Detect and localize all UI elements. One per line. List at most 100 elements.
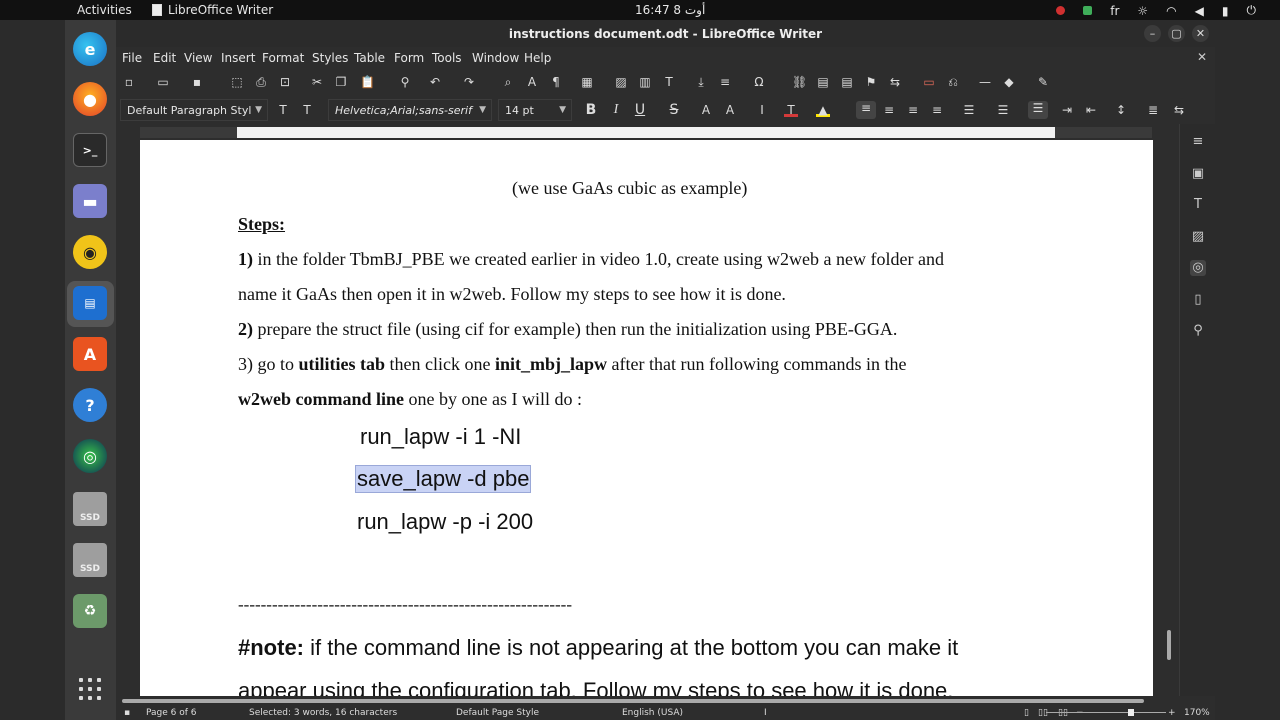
font-color-icon[interactable]: T: [784, 103, 798, 117]
cross-reference-icon[interactable]: ⇆: [888, 75, 902, 89]
endnote-icon[interactable]: ▤: [840, 75, 854, 89]
zoom-slider-handle[interactable]: [1128, 709, 1134, 716]
power-icon[interactable]: ⏻: [1247, 3, 1257, 18]
zoom-in-button[interactable]: +: [1168, 708, 1176, 718]
single-page-view-icon[interactable]: ▯: [1024, 708, 1029, 718]
menu-help[interactable]: Help: [524, 51, 551, 65]
vertical-scrollbar[interactable]: [1164, 140, 1174, 696]
increase-indent-icon[interactable]: ⇥: [1060, 103, 1074, 117]
maximize-button[interactable]: ▢: [1168, 25, 1185, 42]
writer-icon[interactable]: ▤: [73, 286, 107, 320]
track-changes-icon[interactable]: ⎌: [946, 75, 960, 89]
edge-browser-icon[interactable]: e: [73, 32, 107, 66]
system-tray[interactable]: fr ☼ ◠ ◀ ▮ ⏻: [1056, 3, 1256, 18]
draw-icon[interactable]: ✎: [1036, 75, 1050, 89]
activities-button[interactable]: Activities: [77, 3, 132, 17]
vertical-scroll-thumb[interactable]: [1167, 630, 1171, 660]
new-document-icon[interactable]: ▫: [122, 75, 136, 89]
insert-mode-icon[interactable]: I: [764, 708, 767, 718]
window-titlebar[interactable]: instructions document.odt - LibreOffice …: [116, 20, 1215, 47]
rhythmbox-icon[interactable]: ◉: [73, 235, 107, 269]
insert-chart-icon[interactable]: ▥: [638, 75, 652, 89]
copy-icon[interactable]: ❐: [334, 75, 348, 89]
insert-textbox-icon[interactable]: T: [662, 75, 676, 89]
horizontal-scrollbar[interactable]: [116, 696, 1179, 706]
strikethrough-button[interactable]: S: [667, 103, 681, 117]
highlight-color-icon[interactable]: ▲: [816, 103, 830, 117]
files-icon[interactable]: ▬: [73, 184, 107, 218]
properties-icon[interactable]: ▣: [1190, 166, 1206, 182]
italic-button[interactable]: I: [609, 103, 623, 117]
minimize-button[interactable]: –: [1144, 25, 1161, 42]
basic-shapes-icon[interactable]: ◆: [1002, 75, 1016, 89]
menu-tools[interactable]: Tools: [432, 51, 462, 65]
insert-line-icon[interactable]: —: [978, 75, 992, 89]
paragraph-style-select[interactable]: Default Paragraph Styl ▼: [120, 99, 268, 121]
sidebar-menu-icon[interactable]: ≡: [1190, 134, 1206, 150]
brightness-icon[interactable]: ☼: [1137, 4, 1148, 18]
style-inspector-icon[interactable]: ⚲: [1190, 323, 1206, 339]
zoom-out-button[interactable]: −: [1076, 708, 1084, 718]
shield-icon[interactable]: [1083, 6, 1093, 15]
menu-styles[interactable]: Styles: [312, 51, 348, 65]
insert-table-icon[interactable]: ▦: [580, 75, 594, 89]
paragraph-spacing-icon[interactable]: ≣: [1146, 103, 1160, 117]
styles-icon[interactable]: T: [1190, 197, 1206, 213]
align-center-icon[interactable]: ≡: [882, 103, 896, 117]
insert-image-icon[interactable]: ▨: [614, 75, 628, 89]
wifi-icon[interactable]: ◠: [1166, 4, 1176, 18]
justify-icon[interactable]: ≡: [930, 103, 944, 117]
subscript-icon[interactable]: A: [723, 103, 737, 117]
software-center-icon[interactable]: A: [73, 337, 107, 371]
special-character-icon[interactable]: Ω: [752, 75, 766, 89]
redo-icon[interactable]: ↷: [462, 75, 476, 89]
cut-icon[interactable]: ✂: [310, 75, 324, 89]
clock[interactable]: 16:47 أوت 8: [635, 3, 705, 17]
camera-app-icon[interactable]: ◎: [73, 439, 107, 473]
open-icon[interactable]: ▭: [156, 75, 170, 89]
bullet-list-icon[interactable]: ☰: [962, 103, 976, 117]
update-style-icon[interactable]: T: [276, 103, 290, 117]
firefox-icon[interactable]: ●: [73, 82, 107, 116]
insert-field-icon[interactable]: ≡: [718, 75, 732, 89]
formatting-marks-icon[interactable]: ¶: [549, 75, 563, 89]
align-left-icon[interactable]: ≡: [856, 101, 876, 119]
bold-button[interactable]: B: [584, 103, 598, 117]
app-menu[interactable]: LibreOffice Writer: [152, 3, 273, 17]
menu-file[interactable]: File: [122, 51, 142, 65]
terminal-icon[interactable]: >_: [73, 133, 107, 167]
numbered-list-icon[interactable]: ☰: [996, 103, 1010, 117]
show-apps-icon[interactable]: [79, 678, 101, 700]
export-pdf-icon[interactable]: ⬚: [230, 75, 244, 89]
spelling-icon[interactable]: A: [525, 75, 539, 89]
language[interactable]: English (USA): [622, 708, 683, 718]
hyperlink-icon[interactable]: ⛓: [792, 75, 807, 89]
menu-window[interactable]: Window: [472, 51, 519, 65]
selection-mode-icon[interactable]: ▪: [124, 708, 130, 718]
close-button[interactable]: ✕: [1192, 25, 1209, 42]
navigator-icon[interactable]: ◎: [1190, 260, 1206, 276]
zoom-slider[interactable]: [1046, 712, 1166, 713]
ssd-drive-icon[interactable]: SSD: [73, 543, 107, 577]
multi-page-view-icon[interactable]: ▯▯: [1038, 708, 1048, 718]
clone-formatting-icon[interactable]: ⚲: [398, 75, 412, 89]
insert-page-break-icon[interactable]: ⤓: [694, 75, 708, 89]
gallery-icon[interactable]: ▨: [1190, 229, 1206, 245]
print-icon[interactable]: ⎙: [254, 75, 268, 89]
footnote-icon[interactable]: ▤: [816, 75, 830, 89]
superscript-icon[interactable]: A: [699, 103, 713, 117]
help-icon[interactable]: ?: [73, 388, 107, 422]
document-page[interactable]: (we use GaAs cubic as example) Steps: 1)…: [140, 140, 1153, 696]
comment-icon[interactable]: ▭: [922, 75, 936, 89]
battery-icon[interactable]: ▮: [1222, 4, 1229, 18]
decrease-indent-icon[interactable]: ⇤: [1084, 103, 1098, 117]
ssd-drive-icon[interactable]: SSD: [73, 492, 107, 526]
more-options-icon[interactable]: ⇆: [1172, 103, 1186, 117]
menu-form[interactable]: Form: [394, 51, 424, 65]
horizontal-ruler[interactable]: [140, 127, 1152, 138]
keyboard-layout[interactable]: fr: [1110, 4, 1119, 18]
undo-icon[interactable]: ↶: [428, 75, 442, 89]
font-size-select[interactable]: 14 pt ▼: [498, 99, 572, 121]
menu-view[interactable]: View: [184, 51, 212, 65]
new-style-icon[interactable]: T: [300, 103, 314, 117]
